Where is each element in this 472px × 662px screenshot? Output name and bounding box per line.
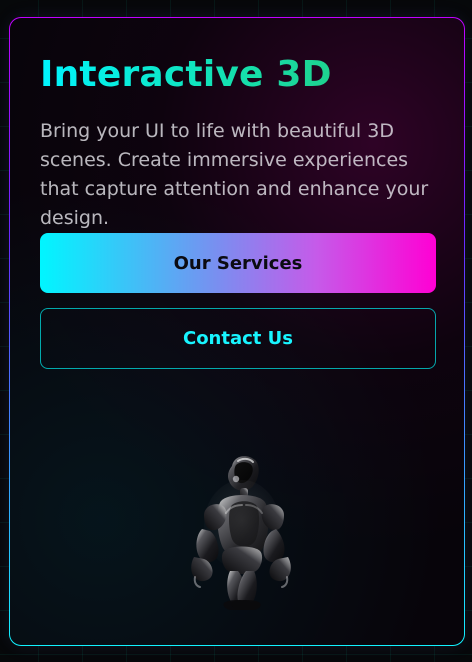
hero-description: Bring your UI to life with beautiful 3D … (40, 120, 429, 229)
hero-card-content: Interactive 3D Bring your UI to life wit… (10, 18, 464, 645)
robot-icon (191, 456, 291, 610)
our-services-button[interactable]: Our Services (40, 233, 436, 293)
our-services-button-label: Our Services (173, 252, 303, 274)
contact-us-button[interactable]: Contact Us (40, 308, 436, 369)
hero-card: Interactive 3D Bring your UI to life wit… (9, 17, 465, 646)
hero-title: Interactive 3D (40, 54, 332, 95)
contact-us-button-label: Contact Us (182, 328, 293, 349)
